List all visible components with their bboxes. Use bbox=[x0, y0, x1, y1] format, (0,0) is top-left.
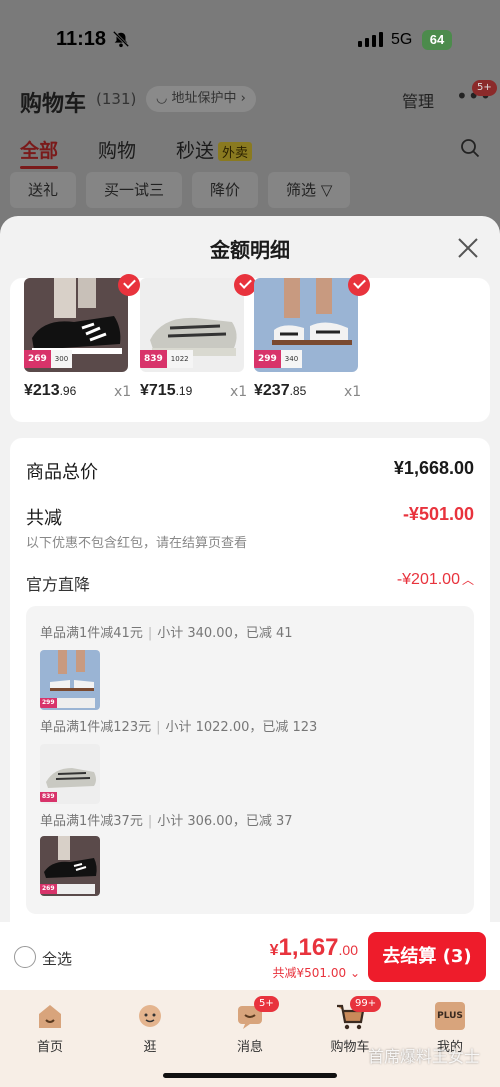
product-thumbnail[interactable]: 269 bbox=[40, 836, 100, 896]
discover-icon bbox=[139, 1005, 161, 1027]
filter-chips: 送礼 买一试三 降价 筛选 ▽ bbox=[10, 172, 351, 208]
amount-breakdown: 商品总价 ¥1,668.00 共减 -¥501.00 以下优惠不包含红包，请在结… bbox=[10, 438, 490, 938]
product-image: 839 1022 bbox=[140, 278, 244, 372]
total-discount-toggle[interactable]: 共减¥501.00 ⌄ bbox=[272, 964, 360, 981]
product-price-tag: 269 300 bbox=[24, 350, 73, 368]
total-price: ¥1,167.00 bbox=[269, 934, 358, 961]
close-icon[interactable] bbox=[456, 236, 480, 260]
discount-rule: 单品满1件减123元 | 小计 1022.00，已减 123 bbox=[40, 720, 318, 735]
discount-rule: 单品满1件减37元 | 小计 306.00，已减 37 bbox=[40, 814, 293, 829]
product-thumbnail[interactable]: 299 bbox=[40, 650, 100, 710]
amount-detail-sheet: 金额明细 269 300 ¥213.96 x1 839 1022 ¥715.19… bbox=[0, 216, 500, 1087]
nav-home[interactable]: 首页 bbox=[10, 1002, 90, 1055]
page-title: 购物车 bbox=[20, 92, 87, 117]
goods-total-value: ¥1,668.00 bbox=[393, 458, 474, 478]
home-indicator[interactable] bbox=[163, 1073, 337, 1078]
product-price: ¥213.96 bbox=[24, 382, 77, 399]
search-icon[interactable] bbox=[460, 138, 480, 158]
tab-instant[interactable]: 秒送 外卖 bbox=[176, 136, 253, 163]
cart-header: 购物车 (131) ◡ 地址保护中 › 管理 ••• 5+ 全部 购物 秒送 外卖… bbox=[0, 80, 500, 220]
product-item[interactable]: 839 1022 ¥715.19 x1 bbox=[140, 274, 260, 400]
discount-value: -¥501.00 bbox=[402, 504, 474, 524]
cart-tabs: 全部 购物 秒送 外卖 bbox=[20, 136, 253, 169]
network-type: 5G bbox=[391, 31, 413, 48]
battery-icon: 64 bbox=[422, 30, 452, 50]
filter-try[interactable]: 买一试三 bbox=[86, 172, 183, 208]
signal-icon bbox=[358, 32, 383, 47]
home-icon bbox=[39, 1005, 61, 1028]
discount-rule: 单品满1件减41元 | 小计 340.00，已减 41 bbox=[40, 626, 293, 641]
official-discount-label: 官方直降 bbox=[26, 575, 91, 594]
address-protection-button[interactable]: ◡ 地址保护中 › bbox=[146, 86, 256, 112]
discount-detail-list: 单品满1件减41元 | 小计 340.00，已减 41 299 单品满1件减123元… bbox=[26, 606, 474, 914]
product-price: ¥715.19 bbox=[140, 382, 193, 399]
more-badge: 5+ bbox=[472, 80, 497, 96]
tab-shopping[interactable]: 购物 bbox=[98, 136, 136, 163]
checkout-button[interactable]: 去结算 (3) bbox=[368, 932, 486, 982]
select-all-radio[interactable] bbox=[14, 946, 36, 968]
select-all-label[interactable]: 全选 bbox=[42, 948, 72, 969]
checked-icon[interactable] bbox=[348, 274, 370, 296]
status-bar: 11:18 5G 64 bbox=[0, 0, 500, 80]
product-strip: 269 300 ¥213.96 x1 839 1022 ¥715.19 x1 2… bbox=[10, 274, 490, 422]
message-badge: 5+ bbox=[254, 996, 279, 1012]
product-image: 269 300 bbox=[24, 278, 128, 372]
cart-badge: 99+ bbox=[350, 996, 382, 1012]
takeout-badge: 外卖 bbox=[218, 142, 253, 161]
goods-total-label: 商品总价 bbox=[26, 462, 98, 483]
chevron-down-icon: ⌄ bbox=[349, 966, 360, 980]
manage-button[interactable]: 管理 bbox=[402, 88, 434, 112]
product-price-tag: 839 1022 bbox=[140, 350, 193, 368]
discount-note: 以下优惠不包含红包，请在结算页查看 bbox=[26, 536, 248, 551]
plus-member-icon: PLUS bbox=[435, 1002, 465, 1030]
product-item[interactable]: 269 300 ¥213.96 x1 bbox=[24, 274, 144, 400]
product-thumbnail[interactable]: 839 bbox=[40, 744, 100, 804]
filter-gift[interactable]: 送礼 bbox=[10, 172, 77, 208]
checkout-bar: 全选 ¥1,167.00 共减¥501.00 ⌄ 去结算 (3) bbox=[0, 922, 500, 990]
filter-price-drop[interactable]: 降价 bbox=[192, 172, 259, 208]
cart-count: (131) bbox=[96, 90, 137, 108]
official-discount-toggle[interactable]: -¥201.00 ︿ bbox=[397, 571, 474, 589]
chevron-up-icon: ︿ bbox=[461, 573, 474, 587]
product-image: 299 340 bbox=[254, 278, 358, 372]
nav-discover[interactable]: 逛 bbox=[110, 1002, 190, 1055]
product-item[interactable]: 299 340 ¥237.85 x1 bbox=[254, 274, 374, 400]
bottom-nav: 首页 逛 消息 5+ 购物车 99+ PLUS 我的 首席爆料王女士 bbox=[0, 990, 500, 1087]
product-qty: x1 bbox=[344, 384, 362, 400]
product-qty: x1 bbox=[114, 384, 132, 400]
status-time: 11:18 bbox=[56, 28, 107, 50]
product-qty: x1 bbox=[230, 384, 248, 400]
watermark: 首席爆料王女士 bbox=[367, 1047, 480, 1066]
checked-icon[interactable] bbox=[234, 274, 256, 296]
filter-button[interactable]: 筛选 ▽ bbox=[268, 172, 351, 208]
sheet-title: 金额明细 bbox=[210, 238, 290, 262]
nav-messages[interactable]: 消息 5+ bbox=[210, 996, 290, 1055]
discount-label: 共减 bbox=[26, 508, 62, 529]
product-price: ¥237.85 bbox=[254, 382, 307, 399]
tab-all[interactable]: 全部 bbox=[20, 136, 59, 169]
product-price-tag: 299 340 bbox=[254, 350, 303, 368]
checked-icon[interactable] bbox=[118, 274, 140, 296]
bell-muted-icon bbox=[112, 30, 130, 48]
